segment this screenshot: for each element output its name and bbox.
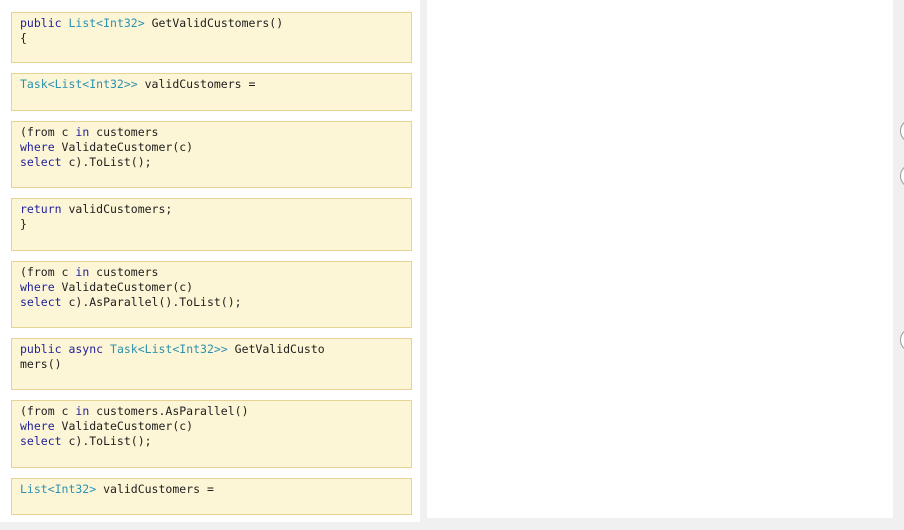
code-line: mers() <box>20 357 403 372</box>
code-keyword: in <box>75 404 90 418</box>
code-line: public async Task<List<Int32>> GetValidC… <box>20 342 403 357</box>
code-text: ValidateCustomer(c) <box>54 280 194 294</box>
code-snippet-list-declaration[interactable]: List<Int32> validCustomers = <box>11 478 412 515</box>
code-text: mers() <box>20 357 62 371</box>
code-keyword: in <box>75 265 90 279</box>
code-text: c).ToList(); <box>61 434 152 448</box>
code-text: GetValidCusto <box>227 342 325 356</box>
code-text: (from c <box>20 265 76 279</box>
code-snippet-return-statement[interactable]: return validCustomers;} <box>11 198 412 251</box>
code-snippet-async-method-signature[interactable]: public async Task<List<Int32>> GetValidC… <box>11 338 412 390</box>
code-line: List<Int32> validCustomers = <box>20 482 403 497</box>
code-snippet-source-panel: public List<Int32> GetValidCustomers(){ … <box>0 0 420 522</box>
code-text: ValidateCustomer(c) <box>54 419 194 433</box>
code-line: select c).ToList(); <box>20 434 403 449</box>
code-text: ValidateCustomer(c) <box>54 140 194 154</box>
drop-target-handle-3[interactable] <box>900 328 904 352</box>
code-snippet-linq-customers-asparallel[interactable]: (from c in customers.AsParallel() where V… <box>11 400 412 468</box>
code-line: (from c in customers <box>20 125 403 140</box>
code-line: where ValidateCustomer(c) <box>20 140 403 155</box>
code-keyword: public <box>20 16 62 30</box>
code-line: Task<List<Int32>> validCustomers = <box>20 77 403 92</box>
code-keyword: where <box>20 140 55 154</box>
code-keyword: select <box>20 434 62 448</box>
code-line: select c).AsParallel().ToList(); <box>20 295 403 310</box>
code-text: validCustomers; <box>61 202 173 216</box>
code-snippet-method-signature[interactable]: public List<Int32> GetValidCustomers(){ <box>11 12 412 63</box>
drop-target-handle-1[interactable] <box>900 119 904 143</box>
code-keyword: select <box>20 295 62 309</box>
code-line: (from c in customers <box>20 265 403 280</box>
code-keyword: in <box>75 125 90 139</box>
code-line: (from c in customers.AsParallel() <box>20 404 403 419</box>
code-line: where ValidateCustomer(c) <box>20 419 403 434</box>
code-line: } <box>20 217 403 232</box>
code-text: (from c <box>20 125 76 139</box>
code-type: Task<List<Int32>> <box>110 342 228 356</box>
code-line: public List<Int32> GetValidCustomers() <box>20 16 403 31</box>
answer-area-panel[interactable] <box>427 0 893 518</box>
code-text: c).ToList(); <box>61 155 152 169</box>
code-text: customers <box>89 125 159 139</box>
code-text: GetValidCustomers() <box>144 16 284 30</box>
code-line: select c).ToList(); <box>20 155 403 170</box>
code-text: } <box>20 217 27 231</box>
code-text: (from c <box>20 404 76 418</box>
drop-target-handle-2[interactable] <box>900 164 904 188</box>
code-snippet-task-declaration[interactable]: Task<List<Int32>> validCustomers = <box>11 73 412 111</box>
code-keyword: return <box>20 202 62 216</box>
code-text: { <box>20 31 27 45</box>
code-line: { <box>20 31 403 46</box>
code-text: customers <box>89 265 159 279</box>
code-text: c).AsParallel().ToList(); <box>61 295 242 309</box>
code-keyword: select <box>20 155 62 169</box>
code-type: List<Int32> <box>20 482 97 496</box>
code-text: validCustomers = <box>96 482 214 496</box>
code-type: List<Int32> <box>68 16 145 30</box>
code-snippet-linq-asparallel-tolist[interactable]: (from c in customers where ValidateCustom… <box>11 261 412 328</box>
code-text: customers.AsParallel() <box>89 404 249 418</box>
code-keyword: where <box>20 280 55 294</box>
code-text: validCustomers = <box>137 77 256 91</box>
code-line: where ValidateCustomer(c) <box>20 280 403 295</box>
code-snippet-linq-query[interactable]: (from c in customers where ValidateCustom… <box>11 121 412 188</box>
code-line: return validCustomers; <box>20 202 403 217</box>
code-keyword: where <box>20 419 55 433</box>
code-keyword: public async <box>20 342 104 356</box>
code-type: Task<List<Int32>> <box>20 77 138 91</box>
